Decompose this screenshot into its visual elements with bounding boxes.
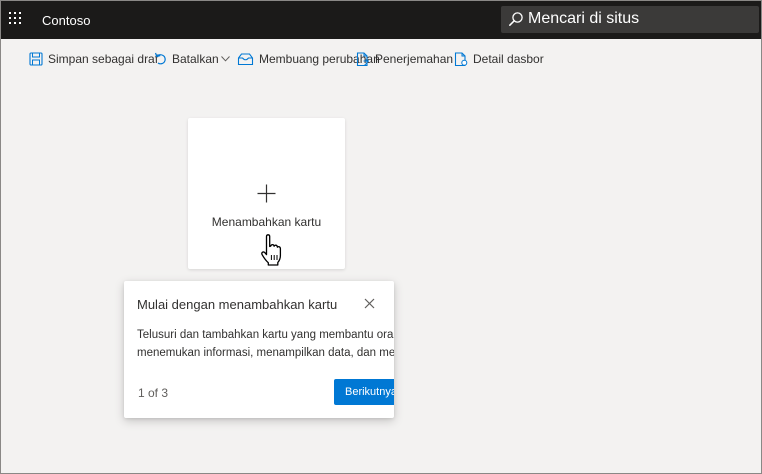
- undo-icon: [154, 52, 166, 65]
- command-bar: Simpan sebagai draf Batalkan Membuang pe…: [0, 40, 762, 76]
- save-draft-label: Simpan sebagai draf: [48, 52, 159, 66]
- save-draft-button[interactable]: Simpan sebagai draf: [29, 50, 158, 68]
- callout-title: Mulai dengan menambahkan kartu: [137, 297, 338, 312]
- callout-body-line: Telusuri dan tambahkan kartu yang memban…: [137, 329, 394, 341]
- callout-body: Telusuri dan tambahkan kartu yang memban…: [137, 326, 394, 362]
- translate-label: Penerjemahan: [375, 52, 454, 66]
- dashboard-details-label: Detail dasbor: [473, 52, 544, 66]
- plus-icon: [257, 184, 276, 203]
- hand-cursor-icon: [261, 234, 282, 266]
- details-icon: [454, 51, 468, 66]
- add-card-label: Menambahkan kartu: [211, 215, 322, 229]
- site-name[interactable]: Contoso: [42, 13, 90, 28]
- search-icon: [509, 12, 523, 26]
- callout-body-line: menemukan informasi, menampilkan data, d…: [137, 347, 394, 359]
- teaching-callout: Mulai dengan menambahkan kartu Telusuri …: [124, 281, 394, 418]
- undo-button[interactable]: Batalkan: [154, 50, 230, 68]
- translate-icon: [356, 51, 369, 66]
- close-icon[interactable]: [364, 298, 375, 309]
- search-input[interactable]: Mencari di situs: [528, 10, 639, 28]
- dashboard-details-button[interactable]: Detail dasbor: [454, 50, 544, 68]
- translate-button[interactable]: Penerjemahan: [356, 50, 453, 68]
- next-button[interactable]: Berikutnya: [334, 379, 394, 405]
- save-icon: [29, 52, 43, 66]
- undo-label: Batalkan: [172, 52, 219, 66]
- discard-icon: [237, 53, 254, 66]
- chevron-down-icon: [220, 56, 230, 62]
- search-box[interactable]: Mencari di situs: [501, 6, 759, 33]
- step-counter: 1 of 3: [138, 386, 169, 400]
- waffle-icon[interactable]: [9, 12, 23, 26]
- suite-header: Contoso Mencari di situs: [1, 1, 761, 39]
